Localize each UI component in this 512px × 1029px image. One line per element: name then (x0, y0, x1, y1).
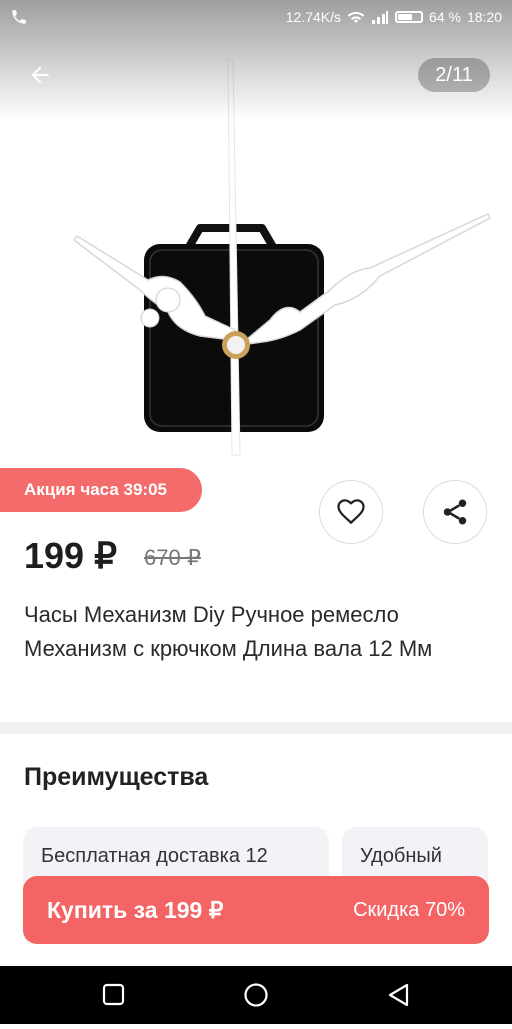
network-speed: 12.74K/s (285, 9, 342, 25)
back-nav-button[interactable] (388, 983, 409, 1007)
product-title: Часы Механизм Diy Ручное ремесло Механиз… (24, 602, 433, 661)
favorite-button[interactable] (319, 480, 383, 544)
status-bar: 12.74K/s 64 % 18:20 (0, 0, 512, 36)
triangle-back-icon (388, 983, 409, 1007)
square-icon (102, 983, 125, 1006)
current-price: 199 ₽ (24, 535, 117, 576)
battery-icon (395, 11, 424, 23)
battery-percent: 64 % (429, 9, 461, 25)
phone-icon (10, 8, 28, 29)
old-price: 670 ₽ (144, 545, 201, 570)
promo-badge: Акция часа 39:05 (0, 468, 202, 512)
circle-icon (244, 983, 268, 1007)
advantages-title: Преимущества (24, 763, 209, 791)
buy-button-label: Купить за 199 ₽ (47, 896, 224, 923)
section-divider (0, 722, 512, 734)
recent-apps-button[interactable] (102, 983, 125, 1006)
back-button[interactable] (20, 55, 60, 95)
advantage-card-label: Бесплатная доставка 12 (41, 845, 268, 867)
buy-button[interactable]: Купить за 199 ₽ Скидка 70% (23, 876, 489, 944)
system-nav-bar (0, 966, 512, 1024)
wifi-icon (347, 11, 365, 23)
signal-icon (372, 11, 389, 24)
image-counter: 2/11 (418, 58, 490, 92)
discount-label: Скидка 70% (353, 898, 465, 921)
share-button[interactable] (423, 480, 487, 544)
clock-time: 18:20 (466, 9, 502, 25)
arrow-left-icon (31, 66, 49, 84)
home-button[interactable] (244, 983, 268, 1007)
share-icon (443, 499, 467, 525)
heart-icon (337, 499, 365, 525)
bottom-spacer (0, 944, 512, 966)
advantage-card-label: Удобный (360, 845, 442, 867)
